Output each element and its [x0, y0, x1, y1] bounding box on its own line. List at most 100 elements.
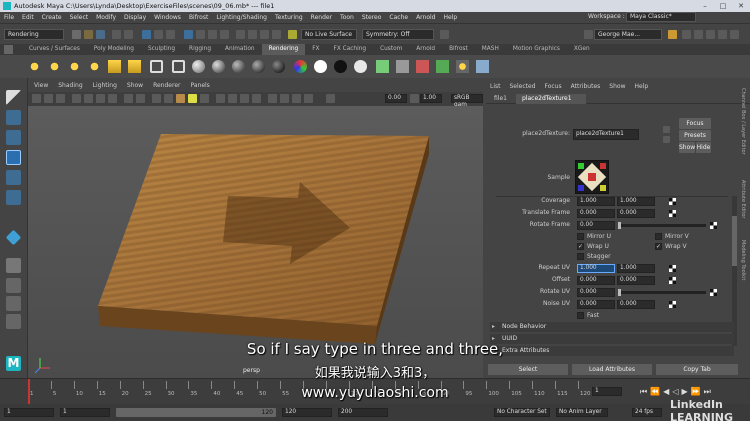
symmetry-dropdown[interactable]: Symmetry: Off [362, 29, 434, 40]
xray-icon[interactable] [280, 94, 289, 103]
shelf-menu-icon[interactable] [4, 45, 13, 54]
undo-icon[interactable] [112, 30, 121, 39]
anim-layer-dropdown[interactable]: No Anim Layer [556, 408, 608, 417]
close-icon[interactable]: ✕ [732, 0, 750, 12]
live-surface-field[interactable]: No Live Surface [301, 29, 357, 40]
two-pane-layout-icon[interactable] [6, 296, 21, 311]
area-light-icon[interactable] [108, 60, 121, 73]
wrap-v-checkbox[interactable]: ✓ [655, 243, 662, 250]
camera-attributes-icon[interactable] [32, 94, 41, 103]
rotate-uv-slider[interactable] [618, 289, 706, 296]
resolution-gate-icon[interactable] [96, 94, 105, 103]
phong-sphere-icon[interactable] [232, 60, 245, 73]
repeat-u-field[interactable]: 1.000 [577, 264, 615, 273]
play-forward-icon[interactable]: ▶ [681, 387, 687, 397]
step-forward-key-icon[interactable]: ⏩ [691, 387, 701, 397]
isolate-select-icon[interactable] [268, 94, 277, 103]
batch-render-icon[interactable] [476, 60, 489, 73]
coverage-map-icon[interactable] [669, 198, 676, 205]
current-time-indicator[interactable] [28, 379, 30, 405]
go-to-end-icon[interactable]: ⏭ [704, 387, 711, 397]
mirror-u-checkbox[interactable] [577, 233, 584, 240]
camera-aim-icon[interactable] [172, 60, 185, 73]
snap-surface-icon[interactable] [220, 30, 229, 39]
shelf-tab-bifrost[interactable]: Bifrost [442, 44, 475, 55]
noise-u-field[interactable]: 0.000 [577, 300, 615, 309]
menu-bifrost[interactable]: Bifrost [189, 12, 208, 23]
play-backward-icon[interactable]: ◁ [672, 387, 678, 397]
motion-blur-icon[interactable] [228, 94, 237, 103]
mirror-v-checkbox[interactable] [655, 233, 662, 240]
render-view-icon[interactable] [416, 60, 429, 73]
camera-icon[interactable] [150, 60, 163, 73]
anti-aliasing-icon[interactable] [240, 94, 249, 103]
viewport-menu-show[interactable]: Show [127, 80, 143, 92]
menu-select[interactable]: Select [70, 12, 89, 23]
textured-icon[interactable] [176, 94, 185, 103]
xray-joints-icon[interactable] [292, 94, 301, 103]
point-light-icon[interactable] [68, 60, 81, 73]
shelf-tab-rigging[interactable]: Rigging [182, 44, 218, 55]
screen-space-ao-icon[interactable] [216, 94, 225, 103]
start-time-field[interactable]: 1 [4, 408, 54, 417]
noise-v-field[interactable]: 0.000 [617, 300, 655, 309]
use-background-icon[interactable] [354, 60, 367, 73]
menu-windows[interactable]: Windows [154, 12, 181, 23]
snap-grid-icon[interactable] [184, 30, 193, 39]
shelf-tab-rendering[interactable]: Rendering [261, 44, 306, 55]
node-name-field[interactable]: place2dTexture1 [573, 129, 639, 140]
history-icon[interactable] [236, 30, 245, 39]
scrollbar-thumb[interactable] [732, 216, 737, 266]
snap-point-icon[interactable] [208, 30, 217, 39]
fps-dropdown[interactable]: 24 fps [632, 408, 662, 417]
playback-start-field[interactable]: 1 [60, 408, 110, 417]
menu-help[interactable]: Help [444, 12, 458, 23]
open-scene-icon[interactable] [84, 30, 93, 39]
lambert-sphere-icon[interactable] [192, 60, 205, 73]
playback-end-field[interactable]: 120 [282, 408, 332, 417]
offset-map-icon[interactable] [669, 277, 676, 284]
menu-stereo[interactable]: Stereo [362, 12, 382, 23]
view-transform-dropdown[interactable]: sRGB gam [451, 94, 483, 108]
coverage-v-field[interactable]: 1.000 [617, 197, 655, 206]
offset-u-field[interactable]: 0.000 [577, 276, 615, 285]
focus-button[interactable]: Focus [679, 118, 711, 129]
white-sphere-icon[interactable] [314, 60, 327, 73]
volume-light-icon[interactable] [128, 60, 141, 73]
blinn-sphere-icon[interactable] [212, 60, 225, 73]
save-scene-icon[interactable] [96, 30, 105, 39]
gamma-field[interactable]: 1.00 [420, 94, 442, 103]
viewport-menu-renderer[interactable]: Renderer [153, 80, 180, 92]
two-pane-stacked-icon[interactable] [6, 314, 21, 329]
black-sphere-icon[interactable] [334, 60, 347, 73]
scale-tool-icon[interactable] [6, 190, 21, 205]
repeat-v-field[interactable]: 1.000 [617, 264, 655, 273]
rotate-frame-field[interactable]: 0.00 [577, 221, 615, 230]
go-to-start-icon[interactable]: ⏮ [640, 387, 647, 397]
sidebar-toggle-icon[interactable] [440, 30, 449, 39]
directional-light-icon[interactable] [28, 60, 41, 73]
field-chart-icon[interactable] [124, 94, 133, 103]
grid-toggle-icon[interactable] [72, 94, 81, 103]
character-set-dropdown[interactable]: No Character Set [494, 408, 550, 417]
channel-box-toggle-icon[interactable] [718, 30, 727, 39]
select-object-icon[interactable] [154, 30, 163, 39]
menu-edit[interactable]: Edit [22, 12, 34, 23]
new-scene-icon[interactable] [72, 30, 81, 39]
tab-file1[interactable]: file1 [494, 94, 507, 104]
side-tab-modeling-toolkit[interactable]: Modeling Toolkit [740, 240, 746, 280]
redo-icon[interactable] [124, 30, 133, 39]
use-all-lights-icon[interactable] [188, 94, 197, 103]
attribute-editor-toggle-icon[interactable] [694, 30, 703, 39]
ambient-light-icon[interactable] [48, 60, 61, 73]
ae-menu-help[interactable]: Help [634, 82, 648, 92]
last-tool-icon[interactable] [5, 229, 22, 246]
ramp-shader-icon[interactable] [294, 60, 307, 73]
end-time-field[interactable]: 200 [338, 408, 388, 417]
shelf-tab-xgen[interactable]: XGen [567, 44, 597, 55]
menuset-dropdown[interactable]: Rendering [4, 29, 64, 40]
workspace-dropdown[interactable]: Maya Classic* [626, 12, 696, 22]
ipr-render-icon[interactable] [260, 30, 269, 39]
depth-of-field-icon[interactable] [252, 94, 261, 103]
safe-action-icon[interactable] [136, 94, 145, 103]
